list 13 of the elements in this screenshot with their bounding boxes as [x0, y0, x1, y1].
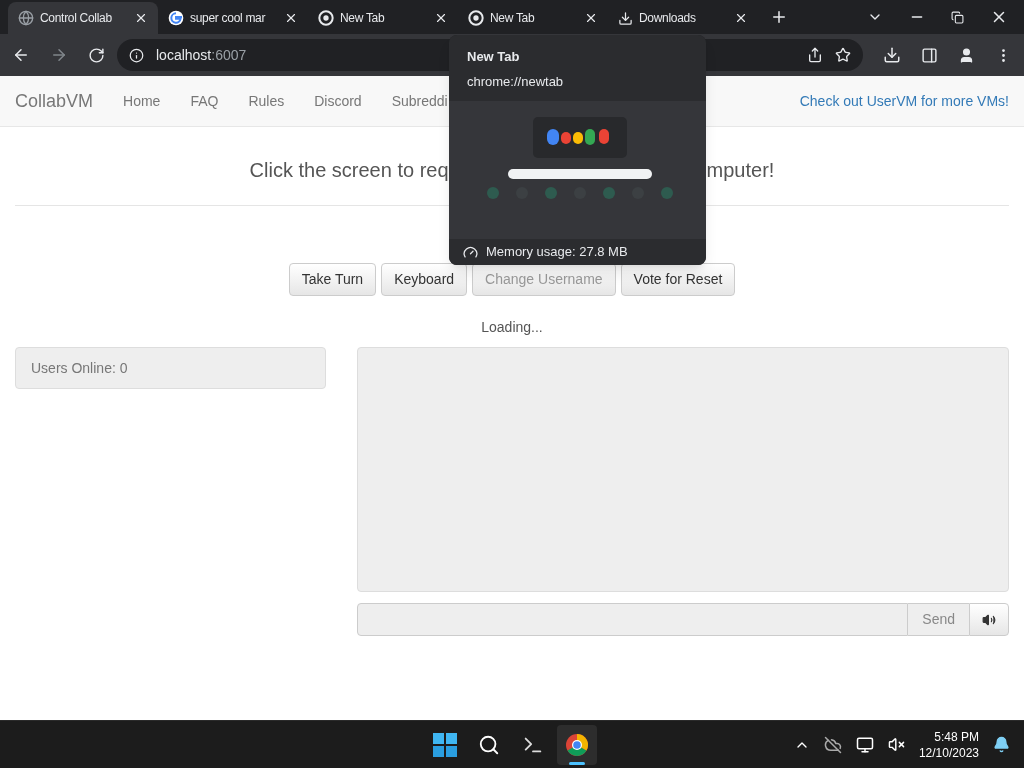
card-url: chrome://newtab: [467, 72, 565, 91]
users-online-text: Users Online: 0: [31, 358, 128, 378]
memory-text: Memory usage: 27.8 MB: [486, 243, 628, 262]
tab-title: New Tab: [490, 10, 535, 27]
instruction-text: mputer!: [706, 158, 775, 183]
tab-title: Downloads: [639, 10, 696, 27]
loading-text: Loading...: [480, 318, 544, 337]
tab-title: super cool mar: [190, 10, 266, 27]
url-text: localhost:6007: [156, 45, 247, 65]
card-title: New Tab: [467, 48, 521, 66]
instruction-text: Click the screen to req: [249, 158, 449, 183]
tab-title: New Tab: [340, 10, 385, 27]
tab-title: Control Collab: [40, 10, 112, 27]
